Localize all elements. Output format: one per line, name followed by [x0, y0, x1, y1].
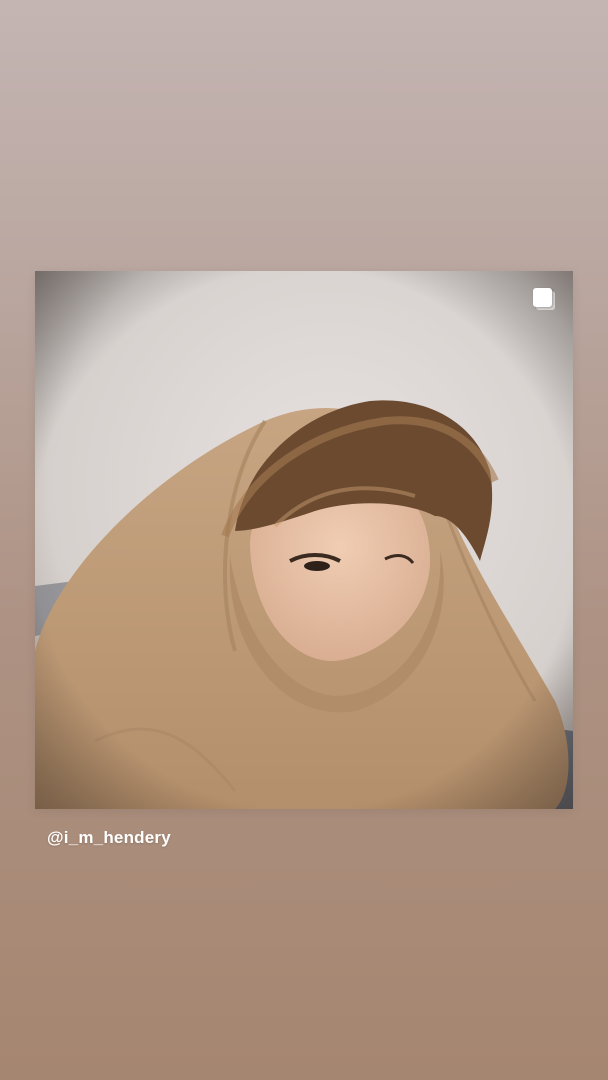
mention-sticker[interactable]: @i_m_hendery [47, 828, 171, 848]
carousel-icon-front [533, 288, 552, 307]
photo-portrait [35, 271, 573, 809]
carousel-icon [533, 288, 557, 312]
shared-post-image[interactable] [35, 271, 573, 809]
